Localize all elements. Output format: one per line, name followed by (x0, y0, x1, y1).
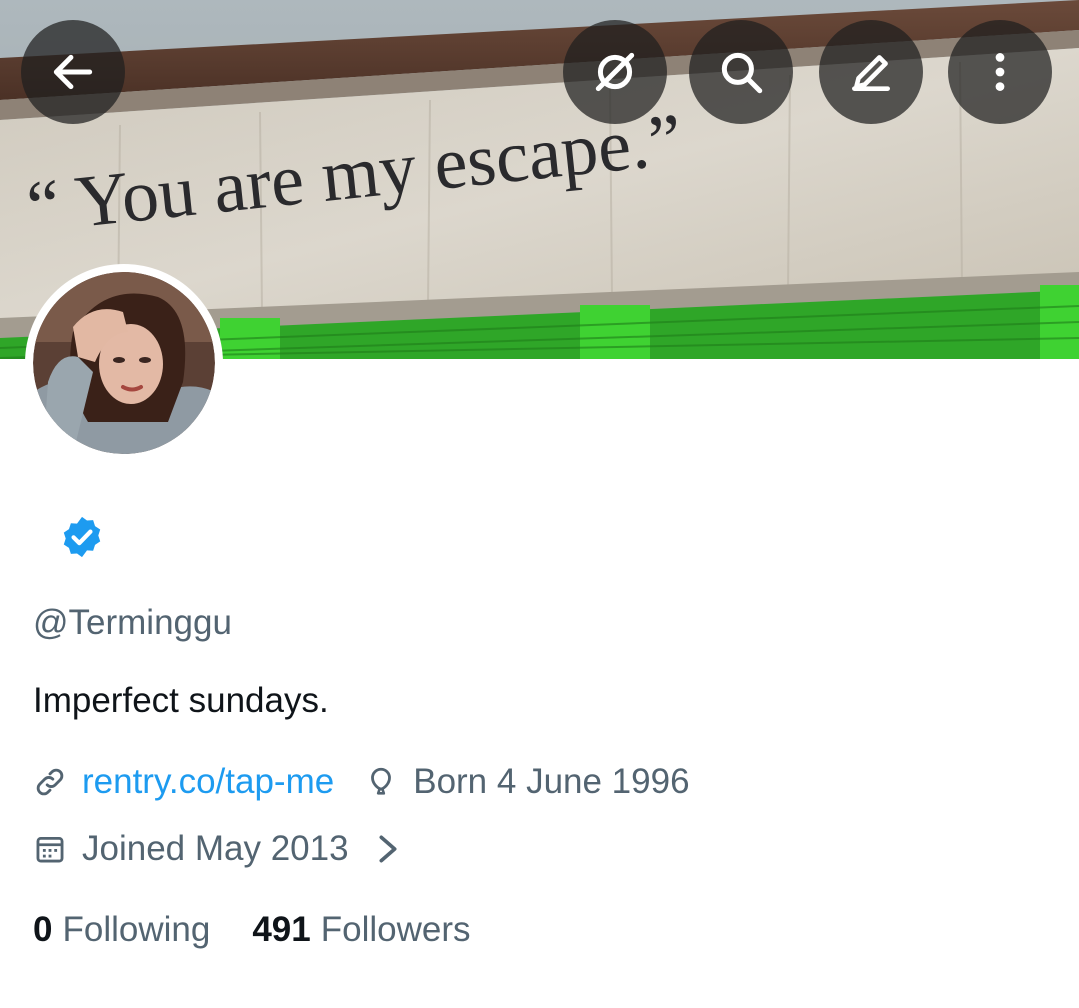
back-button[interactable] (21, 20, 125, 124)
chevron-right-icon[interactable] (377, 834, 399, 864)
profile-avatar[interactable] (25, 264, 223, 462)
following-count: 0 (33, 910, 53, 949)
calendar-icon (36, 836, 64, 863)
link-icon (36, 768, 64, 796)
verified-badge-icon[interactable] (59, 514, 105, 560)
follow-stats: 0 Following 491 Followers (33, 910, 471, 950)
followers-label: Followers (320, 910, 471, 949)
joined-text: Joined May 2013 (82, 829, 349, 868)
slashed-circle-icon (595, 52, 635, 92)
more-vertical-icon (995, 53, 1005, 91)
profile-bio: Imperfect sundays. (33, 681, 329, 720)
profile-birthday: Born 4 June 1996 (364, 762, 690, 802)
edit-pencil-icon (852, 55, 890, 91)
avatar (33, 272, 215, 454)
grok-button[interactable] (563, 20, 667, 124)
following-link[interactable]: 0 Following (33, 910, 210, 950)
profile-joined-row[interactable]: Joined May 2013 (33, 829, 399, 869)
profile-website-link[interactable]: rentry.co/tap-me (82, 762, 334, 802)
birthday-text: Born 4 June 1996 (413, 762, 690, 801)
followers-count: 491 (252, 910, 311, 949)
balloon-icon (371, 767, 392, 795)
search-icon (721, 52, 763, 94)
profile-handle: @Terminggu (33, 603, 232, 642)
edit-button[interactable] (819, 20, 923, 124)
search-button[interactable] (689, 20, 793, 124)
following-label: Following (62, 910, 211, 949)
arrow-left-icon (53, 54, 93, 90)
followers-link[interactable]: 491 Followers (252, 910, 470, 950)
more-button[interactable] (948, 20, 1052, 124)
profile-meta-row: rentry.co/tap-me Born 4 June 1996 (33, 762, 690, 802)
